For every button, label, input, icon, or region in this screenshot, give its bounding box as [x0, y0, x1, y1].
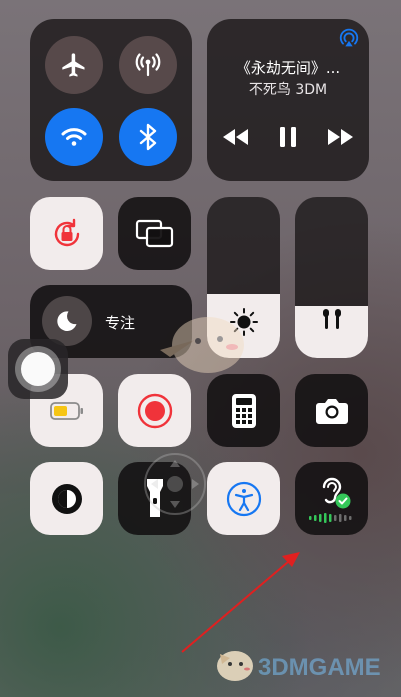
rewind-icon	[223, 129, 248, 145]
next-track-button[interactable]	[325, 125, 355, 149]
battery-icon	[50, 402, 83, 420]
screen-mirroring-icon	[135, 219, 174, 248]
orientation-lock-button[interactable]	[30, 197, 103, 270]
connectivity-panel	[30, 19, 192, 181]
bluetooth-icon	[139, 123, 157, 151]
assistive-touch-core	[21, 352, 55, 386]
calculator-icon	[232, 394, 256, 428]
wifi-icon	[61, 128, 87, 146]
watermark-dpad	[144, 453, 206, 515]
cellular-data-button[interactable]	[119, 36, 177, 94]
accessibility-icon	[226, 481, 262, 517]
song-artist: 不死鸟 3DM	[248, 82, 328, 98]
audio-level-meter	[309, 513, 352, 523]
camera-icon	[316, 399, 348, 424]
airplane-icon	[62, 53, 85, 77]
hearing-button[interactable]	[295, 462, 368, 535]
moon-icon	[57, 311, 77, 332]
airpods-icon	[323, 309, 341, 329]
hearing-icon	[322, 477, 351, 509]
airplay-button[interactable]	[337, 27, 361, 51]
fast-forward-icon	[328, 129, 353, 145]
pause-button[interactable]	[275, 123, 301, 151]
assistive-touch-button[interactable]	[8, 339, 68, 399]
volume-slider[interactable]	[295, 197, 368, 358]
bluetooth-button[interactable]	[119, 108, 177, 166]
camera-button[interactable]	[295, 374, 368, 447]
previous-track-button[interactable]	[221, 125, 251, 149]
dark-mode-button[interactable]	[30, 462, 103, 535]
pause-icon	[280, 127, 296, 147]
now-playing-panel: 《永劫无间》... 不死鸟 3DM	[207, 19, 369, 181]
watermark-text: 3DMGAME	[258, 654, 381, 681]
orientation-lock-icon	[54, 218, 80, 247]
wifi-button[interactable]	[45, 108, 103, 166]
focus-label: 专注	[105, 314, 136, 332]
watermark-mascot	[160, 317, 244, 373]
watermark-logo-icon	[217, 651, 253, 681]
screen-mirroring-button[interactable]	[118, 197, 191, 270]
cellular-icon	[135, 53, 161, 77]
song-title: 《永劫无间》...	[235, 59, 341, 77]
airplay-icon	[339, 28, 359, 47]
accessibility-button[interactable]	[207, 462, 280, 535]
dark-mode-icon	[52, 484, 82, 514]
record-icon	[137, 393, 173, 429]
airplane-mode-button[interactable]	[45, 36, 103, 94]
